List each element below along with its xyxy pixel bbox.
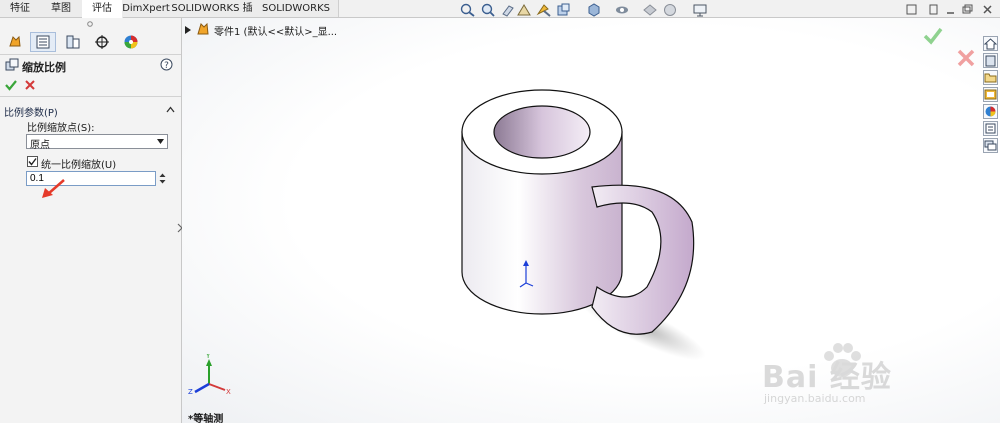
float-panel-icon[interactable] — [906, 4, 917, 15]
task-pane-design-library[interactable] — [983, 53, 998, 68]
task-pane-home[interactable] — [983, 36, 998, 51]
zoom-to-fit-icon[interactable] — [460, 3, 476, 17]
annotation-arrow — [42, 179, 65, 198]
reference-triad[interactable]: Y X Z — [187, 354, 235, 402]
task-pane-view-palette[interactable] — [983, 87, 998, 102]
watermark: Bai 经验 jingyan.baidu.com — [762, 340, 982, 420]
scale-about-label: 比例缩放点(S): — [27, 123, 95, 134]
folder-icon — [984, 73, 997, 83]
home-icon — [983, 38, 998, 50]
confirm-cancel-icon[interactable] — [957, 49, 975, 67]
cancel-button[interactable] — [25, 80, 35, 90]
tab-display-manager[interactable] — [118, 32, 144, 52]
dropdown-arrow-icon — [157, 139, 164, 144]
scale-feature-icon — [5, 58, 19, 71]
tab-solidworks-addins[interactable]: SOLIDWORKS 插件 — [170, 0, 255, 31]
section-header-scale-params[interactable]: 比例参数(P) — [4, 104, 58, 119]
tab-solidworks-mbd[interactable]: SOLIDWORKS MBD — [254, 0, 339, 31]
grip-dot-icon[interactable] — [86, 20, 94, 28]
library-icon — [985, 55, 996, 67]
view-orientation-icon[interactable] — [556, 3, 572, 17]
appearance-sphere-icon — [985, 106, 996, 117]
section-view-icon[interactable] — [516, 3, 532, 17]
tab-property-manager[interactable] — [30, 32, 56, 52]
apply-scene-icon[interactable] — [662, 3, 678, 17]
watermark-url: jingyan.baidu.com — [764, 392, 866, 405]
task-pane-forum[interactable] — [983, 138, 998, 153]
task-pane-appearances[interactable] — [983, 104, 998, 119]
display-style-icon[interactable] — [586, 3, 602, 17]
feature-tree-icon — [9, 35, 21, 47]
command-manager-tabbar: 特征 草图 评估 DimXpert SOLIDWORKS 插件 SOLIDWOR… — [0, 0, 1000, 31]
mug-model[interactable] — [447, 82, 717, 372]
tab-features[interactable]: 特征 — [0, 0, 41, 17]
hide-show-items-icon[interactable] — [614, 3, 630, 17]
tab-feature-manager[interactable] — [2, 32, 28, 52]
task-pane-file-explorer[interactable] — [983, 70, 998, 85]
property-manager-panel: 缩放比例 ? 比例参数(P) 比例缩放点(S): 原点 统一比例缩放(U) — [0, 18, 183, 423]
svg-text:?: ? — [164, 61, 169, 71]
palette-icon — [984, 89, 997, 100]
property-manager-icon — [36, 35, 50, 49]
part-icon — [197, 22, 209, 35]
task-pane-custom-properties[interactable] — [983, 121, 998, 136]
triad-y-label: Y — [205, 354, 211, 360]
feature-tree-root[interactable]: 零件1 (默认<<默认>_显... — [214, 23, 337, 38]
crosshair-icon — [95, 35, 109, 49]
uniform-scale-checkbox[interactable] — [27, 156, 38, 167]
help-icon[interactable]: ? — [160, 58, 173, 71]
configuration-icon — [66, 35, 80, 49]
expand-tree-icon[interactable] — [185, 26, 191, 34]
edit-appearance-icon[interactable] — [642, 3, 658, 17]
dynamic-annotation-icon[interactable] — [536, 3, 552, 17]
zoom-to-area-icon[interactable] — [480, 3, 496, 17]
graphics-area[interactable]: 零件1 (默认<<默认>_显... Y X Z *等轴测 Bai 经验 jing… — [182, 18, 1000, 425]
chevron-up-icon[interactable] — [166, 106, 175, 113]
tab-configuration-manager[interactable] — [60, 32, 86, 52]
triad-x-label: X — [226, 388, 231, 396]
previous-view-icon[interactable] — [500, 3, 516, 17]
checkmark-icon — [28, 158, 37, 166]
scale-about-value: 原点 — [30, 140, 50, 151]
ok-button[interactable] — [5, 79, 17, 91]
scale-about-select[interactable]: 原点 — [26, 134, 168, 151]
spin-stepper[interactable] — [158, 171, 167, 186]
watermark-brand: Bai 经验 — [762, 360, 892, 395]
tab-sketch[interactable]: 草图 — [40, 0, 83, 17]
properties-icon — [985, 123, 996, 134]
color-wheel-icon — [124, 35, 138, 49]
view-settings-icon[interactable] — [692, 3, 708, 17]
confirm-ok-icon[interactable] — [923, 27, 943, 45]
triad-z-label: Z — [188, 388, 193, 396]
tile-icon[interactable] — [928, 4, 939, 15]
tab-evaluate[interactable]: 评估 — [82, 0, 123, 18]
page-title: 缩放比例 — [22, 61, 66, 74]
tab-dimxpert[interactable]: DimXpert — [122, 0, 171, 17]
divider — [0, 96, 181, 97]
chat-icon — [984, 140, 997, 151]
restore-icon[interactable] — [962, 4, 973, 15]
minimize-icon[interactable] — [945, 4, 956, 15]
close-window-icon[interactable] — [982, 4, 993, 15]
divider — [0, 54, 181, 55]
uniform-scale-label: 统一比例缩放(U) — [41, 160, 117, 171]
tab-dimxpert-manager[interactable] — [89, 32, 115, 52]
